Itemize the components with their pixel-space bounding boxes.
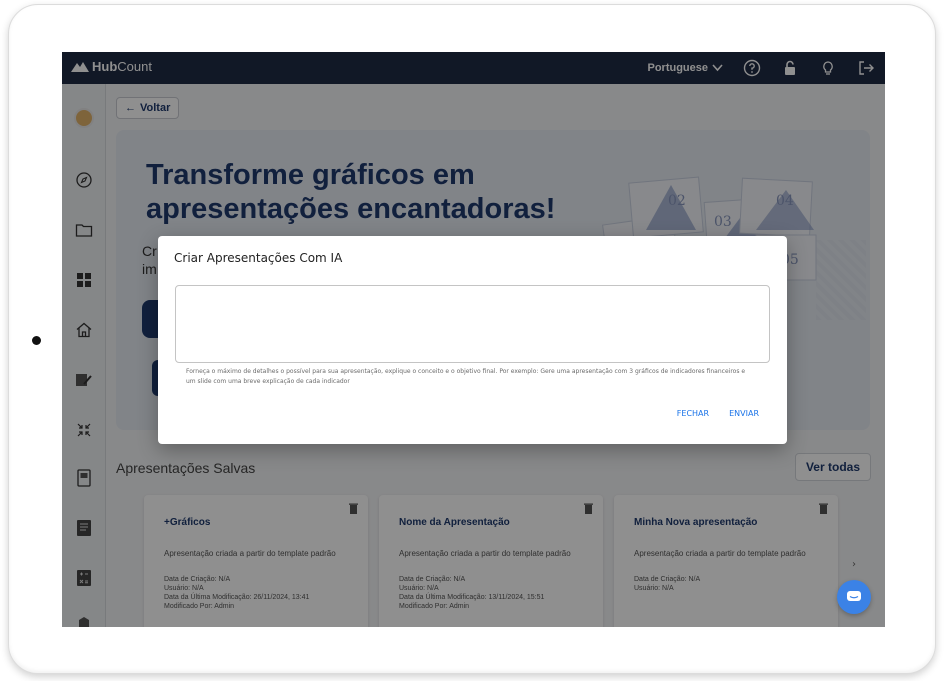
send-button[interactable]: ENVIAR <box>729 409 759 418</box>
prompt-helper-text: Forneça o máximo de detalhes o possível … <box>186 368 746 385</box>
tablet-camera-dot <box>32 336 41 345</box>
chat-button[interactable] <box>837 580 871 614</box>
chat-icon <box>847 591 861 601</box>
dialog-title: Criar Apresentações Com IA <box>174 251 343 265</box>
dialog-actions: FECHAR ENVIAR <box>677 409 759 418</box>
app-screen: Hub Count Portuguese ← Voltar Transforme… <box>62 52 885 627</box>
create-ai-presentation-dialog: Criar Apresentações Com IA Forneça o máx… <box>158 236 787 444</box>
presentation-prompt-textarea[interactable] <box>175 285 770 363</box>
close-button[interactable]: FECHAR <box>677 409 709 418</box>
